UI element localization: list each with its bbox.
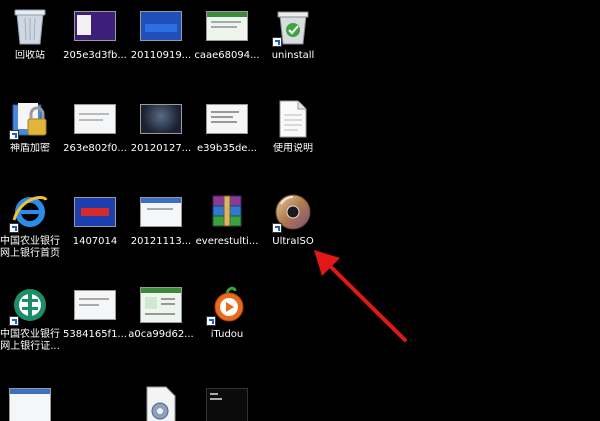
ultraiso-disc-icon: [270, 191, 316, 233]
image-thumbnail-icon: [204, 98, 250, 140]
desktop-icon-label: 1407014: [72, 236, 118, 247]
desktop-icon-uninstall[interactable]: uninstall: [259, 5, 327, 62]
shortcut-arrow-icon: [9, 316, 19, 326]
desktop-icon-everest-archive[interactable]: everestulti...: [193, 191, 261, 248]
desktop-icon-ultraiso[interactable]: UltraISO: [259, 191, 327, 248]
desktop-icon-file[interactable]: a0ca99d62...: [127, 284, 195, 341]
desktop-icon-label: 中国农业银行网上银行证...: [0, 329, 60, 352]
image-thumbnail-icon: [72, 284, 118, 326]
shortcut-arrow-icon: [9, 223, 19, 233]
desktop-icon-label: 20121113...: [130, 236, 192, 247]
desktop-icon-file[interactable]: 20121113...: [127, 191, 195, 248]
desktop-icon-itudou[interactable]: iTudou: [193, 284, 261, 341]
desktop-icon-partial[interactable]: [193, 384, 261, 421]
image-thumbnail-icon: [72, 5, 118, 47]
desktop-icon-label: caae68094...: [194, 50, 260, 61]
desktop-icon-label: uninstall: [271, 50, 315, 61]
image-thumbnail-icon: [204, 384, 250, 421]
text-document-icon: [270, 98, 316, 140]
desktop-icon-label: everestulti...: [195, 236, 259, 247]
image-thumbnail-icon: [138, 284, 184, 326]
desktop-icon-partial[interactable]: [0, 384, 64, 421]
desktop-icon-label: 中国农业银行网上银行首页: [0, 236, 60, 259]
internet-explorer-icon: [7, 191, 53, 233]
winrar-archive-icon: [204, 191, 250, 233]
desktop-icon-file[interactable]: e39b35de...: [193, 98, 261, 155]
desktop-icon-readme[interactable]: 使用说明: [259, 98, 327, 155]
desktop-icon-label: 神盾加密: [10, 143, 50, 154]
desktop-icon-file[interactable]: 205e3d3fb...: [61, 5, 129, 62]
recycle-bin-icon: [7, 5, 53, 47]
shortcut-arrow-icon: [272, 37, 282, 47]
image-thumbnail-icon: [138, 5, 184, 47]
desktop-icon-file[interactable]: 20120127...: [127, 98, 195, 155]
desktop-icon-label: UltraISO: [272, 236, 314, 247]
desktop-icon-label: iTudou: [210, 329, 244, 340]
image-thumbnail-icon: [204, 5, 250, 47]
image-thumbnail-icon: [72, 191, 118, 233]
arrow-head: [314, 250, 340, 276]
desktop-icon-partial[interactable]: [127, 384, 195, 421]
image-thumbnail-icon: [72, 98, 118, 140]
settings-gear-file-icon: [138, 384, 184, 421]
uninstall-icon: [270, 5, 316, 47]
desktop-icon-label: 205e3d3fb...: [63, 50, 127, 61]
desktop-icon-shendun[interactable]: 神盾加密: [0, 98, 64, 155]
desktop-icon-file[interactable]: 1407014: [61, 191, 129, 248]
desktop-icon-label: 使用说明: [273, 143, 313, 154]
desktop-icon-label: 回收站: [15, 50, 45, 61]
desktop-icon-file[interactable]: caae68094...: [193, 5, 261, 62]
desktop-icon-label: a0ca99d62...: [128, 329, 194, 340]
desktop: 回收站 205e3d3fb... 20110919... caae68094..…: [0, 0, 600, 421]
shortcut-arrow-icon: [206, 316, 216, 326]
desktop-icon-file[interactable]: 263e802f0...: [61, 98, 129, 155]
abc-bank-icon: [7, 284, 53, 326]
shortcut-arrow-icon: [272, 223, 282, 233]
image-thumbnail-icon: [7, 384, 53, 421]
desktop-icon-label: 20120127...: [130, 143, 192, 154]
desktop-icon-label: 5384165f1...: [63, 329, 127, 340]
arrow-shaft: [324, 260, 407, 342]
image-thumbnail-icon: [138, 98, 184, 140]
lock-folder-icon: [7, 98, 53, 140]
desktop-icon-file[interactable]: 20110919...: [127, 5, 195, 62]
desktop-icon-label: 20110919...: [130, 50, 192, 61]
desktop-icon-recycle-bin[interactable]: 回收站: [0, 5, 64, 62]
desktop-icon-file[interactable]: 5384165f1...: [61, 284, 129, 341]
shortcut-arrow-icon: [9, 130, 19, 140]
desktop-icon-label: 263e802f0...: [63, 143, 127, 154]
desktop-icon-abc-certificate[interactable]: 中国农业银行网上银行证...: [0, 284, 64, 353]
desktop-icon-label: e39b35de...: [197, 143, 257, 154]
itudou-icon: [204, 284, 250, 326]
image-thumbnail-icon: [138, 191, 184, 233]
desktop-icon-abc-homepage[interactable]: 中国农业银行网上银行首页: [0, 191, 64, 260]
